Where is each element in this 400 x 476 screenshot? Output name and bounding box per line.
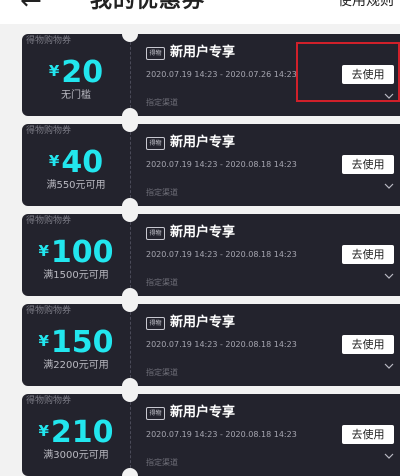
currency-symbol: ¥ [48, 62, 60, 80]
coupon-amount: ¥20 [22, 54, 130, 94]
coupon-amount-value: 150 [50, 325, 114, 360]
coupon-card: 得物购物券 ¥150 满2200元可用 得物 新用户专享 2020.07.19 … [22, 304, 400, 386]
use-coupon-button[interactable]: 去使用 [342, 65, 394, 84]
coupon-amount-value: 100 [50, 235, 114, 270]
brand-badge: 得物 [146, 317, 165, 330]
ticket-notch [122, 288, 138, 296]
dashed-divider [130, 312, 131, 378]
brand-badge: 得物 [146, 47, 165, 60]
use-coupon-button[interactable]: 去使用 [342, 425, 394, 444]
use-coupon-button[interactable]: 去使用 [342, 335, 394, 354]
use-coupon-button[interactable]: 去使用 [342, 155, 394, 174]
coupon-channel: 指定渠道 [146, 188, 178, 197]
coupon-title: 新用户专享 [170, 225, 236, 240]
coupon-validity: 2020.07.19 14:23 - 2020.08.18 14:23 [146, 430, 297, 439]
coupon-value-panel: 得物购物券 ¥40 满550元可用 [22, 124, 130, 206]
brand-badge: 得物 [146, 407, 165, 420]
coupon-value-panel: 得物购物券 ¥100 满1500元可用 [22, 214, 130, 296]
coupon-amount-value: 20 [61, 55, 104, 90]
ticket-notch [122, 198, 138, 206]
page-title: 我的优惠券 [90, 0, 206, 13]
coupon-card: 得物购物券 ¥20 无门槛 得物 新用户专享 2020.07.19 14:23 … [22, 34, 400, 116]
coupon-title: 新用户专享 [170, 135, 236, 150]
coupon-card: 得物购物券 ¥210 满3000元可用 得物 新用户专享 2020.07.19 … [22, 394, 400, 476]
coupon-value-panel: 得物购物券 ¥150 满2200元可用 [22, 304, 130, 386]
coupon-validity: 2020.07.19 14:23 - 2020.08.18 14:23 [146, 160, 297, 169]
currency-symbol: ¥ [48, 152, 60, 170]
currency-symbol: ¥ [38, 242, 49, 260]
coupon-validity: 2020.07.19 14:23 - 2020.08.18 14:23 [146, 340, 297, 349]
coupon-condition: 满3000元可用 [43, 450, 109, 461]
coupon-channel: 指定渠道 [146, 98, 178, 107]
coupon-type-label: 得物购物券 [26, 306, 72, 316]
coupon-condition: 满2200元可用 [43, 360, 109, 371]
coupon-amount: ¥150 [22, 324, 130, 364]
coupon-type-label: 得物购物券 [26, 216, 72, 226]
dashed-divider [130, 42, 131, 108]
currency-symbol: ¥ [38, 332, 49, 350]
coupon-value-panel: 得物购物券 ¥210 满3000元可用 [22, 394, 130, 476]
coupon-amount: ¥100 [22, 234, 130, 274]
use-coupon-button[interactable]: 去使用 [342, 245, 394, 264]
coupon-channel: 指定渠道 [146, 278, 178, 287]
coupon-card: 得物购物券 ¥100 满1500元可用 得物 新用户专享 2020.07.19 … [22, 214, 400, 296]
ticket-notch [122, 108, 138, 116]
coupon-channel: 指定渠道 [146, 368, 178, 377]
coupon-type-label: 得物购物券 [26, 396, 72, 406]
coupon-condition: 满550元可用 [46, 180, 106, 191]
coupon-amount: ¥40 [22, 144, 130, 184]
dashed-divider [130, 402, 131, 468]
coupon-card: 得物购物券 ¥40 满550元可用 得物 新用户专享 2020.07.19 14… [22, 124, 400, 206]
coupon-amount: ¥210 [22, 414, 130, 454]
coupon-value-panel: 得物购物券 ¥20 无门槛 [22, 34, 130, 116]
chevron-down-icon[interactable] [384, 362, 394, 370]
usage-rules-link[interactable]: 使用规则 [338, 0, 394, 12]
coupon-channel: 指定渠道 [146, 458, 178, 467]
coupon-amount-value: 40 [61, 145, 104, 180]
chevron-down-icon[interactable] [384, 452, 394, 460]
coupon-title: 新用户专享 [170, 315, 236, 330]
coupon-type-label: 得物购物券 [26, 36, 72, 46]
chevron-down-icon[interactable] [384, 92, 394, 100]
coupon-amount-value: 210 [50, 415, 114, 450]
brand-badge: 得物 [146, 137, 165, 150]
chevron-down-icon[interactable] [384, 272, 394, 280]
ticket-notch [122, 468, 138, 476]
header-bar: ← 我的优惠券 使用规则 [0, 0, 400, 24]
coupon-title: 新用户专享 [170, 405, 236, 420]
coupon-title: 新用户专享 [170, 45, 236, 60]
brand-badge: 得物 [146, 227, 165, 240]
currency-symbol: ¥ [38, 422, 49, 440]
coupon-condition: 满1500元可用 [43, 270, 109, 281]
ticket-notch [122, 378, 138, 386]
chevron-down-icon[interactable] [384, 182, 394, 190]
back-arrow-icon[interactable]: ← [20, 0, 42, 14]
coupon-type-label: 得物购物券 [26, 126, 72, 136]
dashed-divider [130, 132, 131, 198]
dashed-divider [130, 222, 131, 288]
coupon-condition: 无门槛 [61, 90, 91, 101]
coupon-validity: 2020.07.19 14:23 - 2020.07.26 14:23 [146, 70, 297, 79]
coupon-validity: 2020.07.19 14:23 - 2020.08.18 14:23 [146, 250, 297, 259]
